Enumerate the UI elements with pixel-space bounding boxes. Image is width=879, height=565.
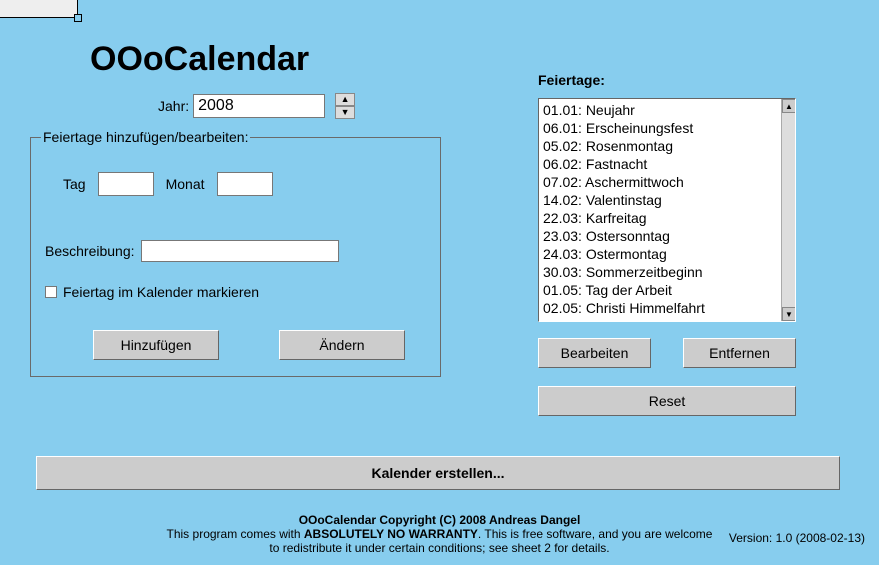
mark-in-calendar-label: Feiertag im Kalender markieren — [63, 284, 259, 300]
add-button[interactable]: Hinzufügen — [93, 330, 219, 360]
holidays-listbox[interactable]: 01.01: Neujahr06.01: Erscheinungsfest05.… — [538, 98, 796, 322]
list-item[interactable]: 02.05: Christi Himmelfahrt — [543, 299, 777, 317]
month-input[interactable] — [217, 172, 273, 196]
list-item[interactable]: 24.03: Ostermontag — [543, 245, 777, 263]
listbox-scrollbar[interactable]: ▲ ▼ — [781, 99, 795, 321]
list-item[interactable]: 01.05: Tag der Arbeit — [543, 281, 777, 299]
year-spinner: ▲ ▼ — [335, 93, 355, 119]
edit-button[interactable]: Bearbeiten — [538, 338, 651, 368]
holidays-label: Feiertage: — [538, 72, 796, 88]
list-item[interactable]: 05.02: Rosenmontag — [543, 137, 777, 155]
list-item[interactable]: 30.03: Sommerzeitbeginn — [543, 263, 777, 281]
reset-button[interactable]: Reset — [538, 386, 796, 416]
selection-handle[interactable] — [74, 14, 82, 22]
list-item[interactable]: 22.03: Karfreitag — [543, 209, 777, 227]
list-item[interactable]: 01.01: Neujahr — [543, 101, 777, 119]
year-spin-up[interactable]: ▲ — [335, 93, 355, 106]
scroll-down-icon[interactable]: ▼ — [782, 307, 796, 321]
description-label: Beschreibung: — [45, 243, 135, 259]
list-item[interactable]: 14.02: Valentinstag — [543, 191, 777, 209]
change-button[interactable]: Ändern — [279, 330, 405, 360]
list-item[interactable]: 06.02: Fastnacht — [543, 155, 777, 173]
create-calendar-button[interactable]: Kalender erstellen... — [36, 456, 840, 490]
scroll-up-icon[interactable]: ▲ — [782, 99, 796, 113]
version-label: Version: 1.0 (2008-02-13) — [729, 531, 865, 545]
spreadsheet-corner — [0, 0, 78, 18]
year-spin-down[interactable]: ▼ — [335, 106, 355, 119]
mark-in-calendar-checkbox[interactable] — [45, 286, 57, 298]
remove-button[interactable]: Entfernen — [683, 338, 796, 368]
day-input[interactable] — [98, 172, 154, 196]
year-input[interactable] — [193, 94, 325, 118]
edit-holiday-fieldset: Feiertage hinzufügen/bearbeiten: Tag Mon… — [30, 137, 441, 377]
description-input[interactable] — [141, 240, 339, 262]
month-label: Monat — [166, 176, 205, 192]
list-item[interactable]: 23.03: Ostersonntag — [543, 227, 777, 245]
list-item[interactable]: 06.01: Erscheinungsfest — [543, 119, 777, 137]
list-item[interactable]: 07.02: Aschermittwoch — [543, 173, 777, 191]
fieldset-legend: Feiertage hinzufügen/bearbeiten: — [41, 129, 250, 145]
year-label: Jahr: — [158, 98, 189, 114]
day-label: Tag — [63, 176, 86, 192]
